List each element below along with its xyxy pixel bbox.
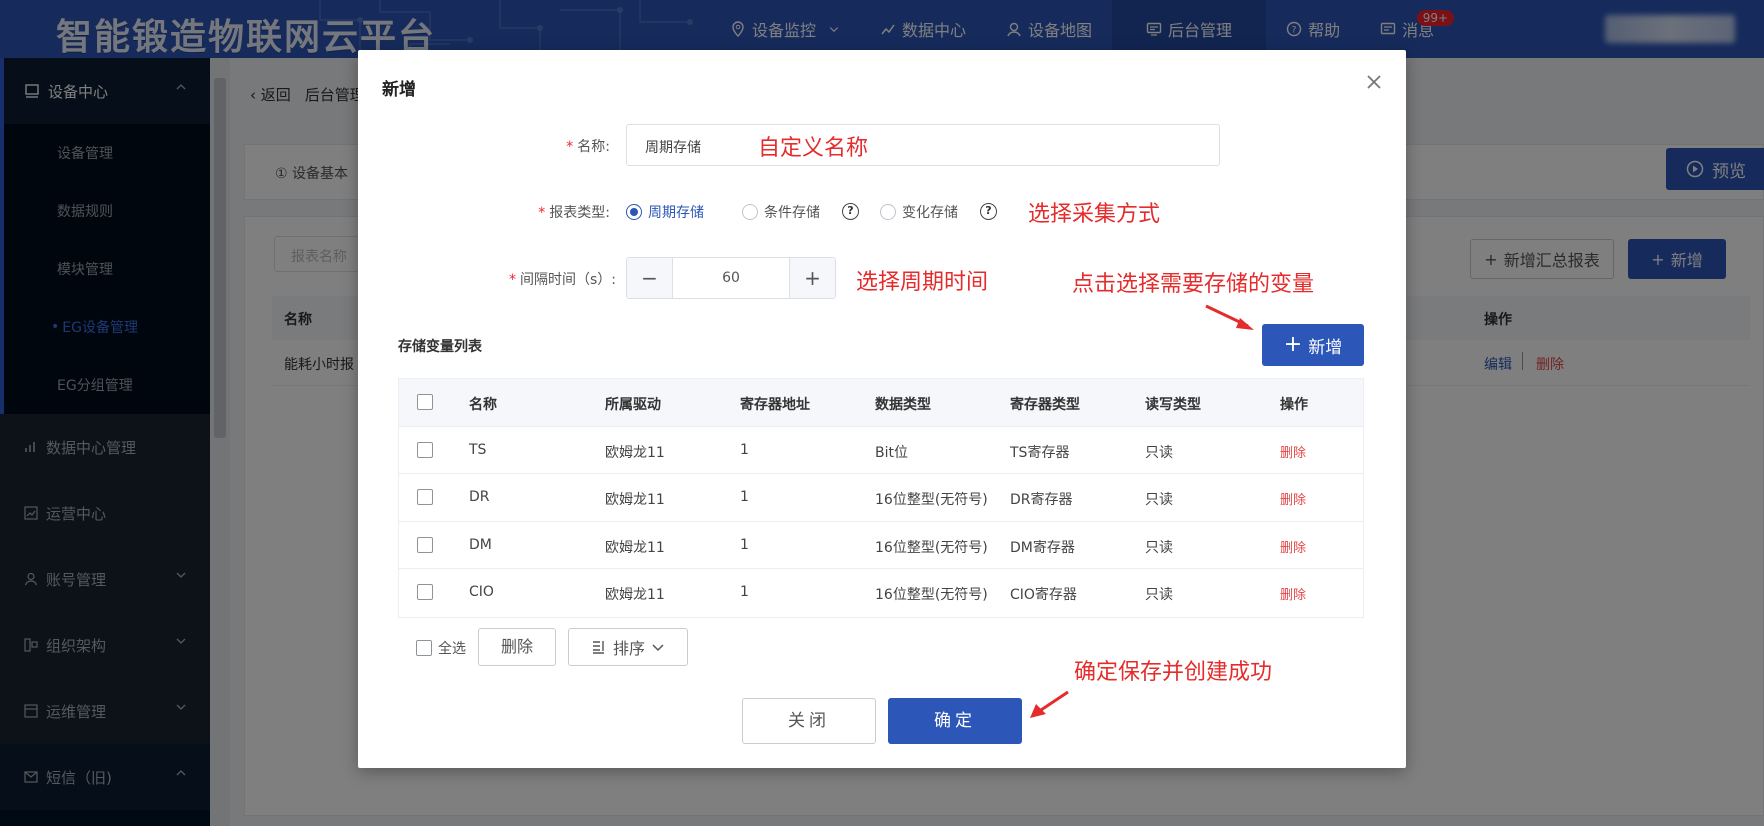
delete-link[interactable]: 删除 xyxy=(1280,537,1306,556)
row-checkbox[interactable] xyxy=(417,489,433,505)
cell-register-type: DM寄存器 xyxy=(1010,539,1075,556)
select-all-checkbox[interactable] xyxy=(416,640,432,656)
cell-data-type: Bit位 xyxy=(875,444,908,461)
radio-conditional-storage[interactable]: 条件存储 xyxy=(742,202,820,222)
report-type-label: * 报表类型: xyxy=(468,202,610,222)
select-all-label: 全选 xyxy=(438,641,466,657)
cell-rw-type: 只读 xyxy=(1145,444,1173,461)
help-icon[interactable]: ? xyxy=(842,203,859,220)
cell-driver: 欧姆龙11 xyxy=(605,492,665,508)
annotation-arrow xyxy=(1205,304,1254,330)
column-header: 寄存器地址 xyxy=(740,397,810,413)
cell-data-type: 16位整型(无符号) xyxy=(875,539,988,556)
sort-label: 排序 xyxy=(612,639,645,658)
dialog-title: 新增 xyxy=(382,80,416,100)
interval-label: * 间隔时间（s）: xyxy=(448,269,616,289)
increment-button[interactable]: + xyxy=(789,258,835,298)
annotation-confirm: 确定保存并创建成功 xyxy=(1074,660,1273,685)
close-icon[interactable] xyxy=(1362,70,1386,94)
row-checkbox[interactable] xyxy=(417,441,433,458)
annotation-add-var: 点击选择需要存储的变量 xyxy=(1072,272,1315,297)
column-header: 数据类型 xyxy=(875,397,931,413)
required-mark: * xyxy=(538,205,546,221)
report-type-label-text: 报表类型: xyxy=(549,205,610,221)
interval-value[interactable]: 60 xyxy=(673,258,789,298)
cell-driver: 欧姆龙11 xyxy=(605,539,665,556)
delete-link[interactable]: 删除 xyxy=(1280,489,1306,508)
table-row: DR 欧姆龙11 1 16位整型(无符号) DR寄存器 只读 删除 xyxy=(399,474,1363,522)
cell-name: CIO xyxy=(469,584,494,600)
required-mark: * xyxy=(566,139,574,155)
annotation-type: 选择采集方式 xyxy=(1028,202,1161,227)
annotation-name: 自定义名称 xyxy=(758,136,869,161)
close-button[interactable]: 关闭 xyxy=(742,698,876,744)
header-checkbox[interactable] xyxy=(417,394,433,410)
table-row: TS 欧姆龙11 1 Bit位 TS寄存器 只读 删除 xyxy=(399,427,1363,474)
cell-name: DM xyxy=(469,536,492,553)
cell-address: 1 xyxy=(740,489,749,505)
add-report-dialog: 新增 * 名称: 周期存储 自定义名称 * 报表类型: 周期存储 条件存储 ? 变化… xyxy=(358,50,1406,768)
radio-label: 周期存储 xyxy=(648,205,704,221)
cell-rw-type: 只读 xyxy=(1145,539,1173,556)
cell-address: 1 xyxy=(740,536,749,553)
table-row: DM 欧姆龙11 1 16位整型(无符号) DM寄存器 只读 删除 xyxy=(399,522,1363,569)
table-row: CIO 欧姆龙11 1 16位整型(无符号) CIO寄存器 只读 删除 xyxy=(399,569,1363,617)
bulk-delete-button[interactable]: 删除 xyxy=(478,628,556,666)
add-variable-label: 新增 xyxy=(1308,337,1343,358)
decrement-button[interactable]: − xyxy=(627,258,673,298)
cell-name: DR xyxy=(469,489,490,505)
radio-dot xyxy=(742,204,758,220)
cell-driver: 欧姆龙11 xyxy=(605,587,665,603)
radio-dot xyxy=(880,204,896,220)
name-input[interactable]: 周期存储 xyxy=(626,124,1220,166)
chevron-down-icon xyxy=(652,644,664,652)
delete-link[interactable]: 删除 xyxy=(1280,584,1306,603)
radio-dot xyxy=(626,204,642,220)
add-variable-button[interactable]: + 新增 xyxy=(1262,324,1364,366)
sort-icon xyxy=(592,641,604,654)
table-header-row: 名称 所属驱动 寄存器地址 数据类型 寄存器类型 读写类型 操作 xyxy=(399,379,1363,427)
annotation-arrow xyxy=(1030,690,1069,718)
radio-periodic-storage[interactable]: 周期存储 xyxy=(626,202,704,222)
cell-address: 1 xyxy=(740,584,749,600)
name-label: * 名称: xyxy=(498,136,610,156)
variable-table: 名称 所属驱动 寄存器地址 数据类型 寄存器类型 读写类型 操作 TS 欧姆龙1… xyxy=(398,378,1364,618)
interval-stepper: − 60 + xyxy=(626,257,836,299)
name-label-text: 名称: xyxy=(577,139,610,155)
cell-rw-type: 只读 xyxy=(1145,587,1173,603)
cell-driver: 欧姆龙11 xyxy=(605,444,665,461)
cell-data-type: 16位整型(无符号) xyxy=(875,587,988,603)
column-header: 读写类型 xyxy=(1145,397,1201,413)
confirm-button[interactable]: 确定 xyxy=(888,698,1022,744)
annotation-interval: 选择周期时间 xyxy=(856,270,989,295)
radio-label: 条件存储 xyxy=(764,205,820,221)
column-header: 寄存器类型 xyxy=(1010,397,1080,413)
column-header: 所属驱动 xyxy=(605,397,661,413)
sort-button[interactable]: 排序 xyxy=(568,628,688,666)
required-mark: * xyxy=(508,272,516,288)
column-header: 操作 xyxy=(1280,397,1308,413)
delete-link[interactable]: 删除 xyxy=(1280,442,1306,461)
cell-register-type: CIO寄存器 xyxy=(1010,587,1077,603)
cell-rw-type: 只读 xyxy=(1145,492,1173,508)
cell-register-type: DR寄存器 xyxy=(1010,492,1073,508)
row-checkbox[interactable] xyxy=(417,536,433,553)
cell-name: TS xyxy=(469,441,487,458)
help-icon[interactable]: ? xyxy=(980,203,997,220)
cell-address: 1 xyxy=(740,441,749,458)
row-checkbox[interactable] xyxy=(417,584,433,600)
interval-label-text: 间隔时间（s）: xyxy=(519,272,616,288)
plus-icon: + xyxy=(1283,332,1303,357)
variable-list-title: 存储变量列表 xyxy=(398,339,482,355)
cell-register-type: TS寄存器 xyxy=(1010,444,1070,461)
radio-label: 变化存储 xyxy=(902,205,958,221)
radio-change-storage[interactable]: 变化存储 xyxy=(880,202,958,222)
column-header: 名称 xyxy=(469,397,497,413)
cell-data-type: 16位整型(无符号) xyxy=(875,492,988,508)
select-all[interactable]: 全选 xyxy=(416,638,466,658)
